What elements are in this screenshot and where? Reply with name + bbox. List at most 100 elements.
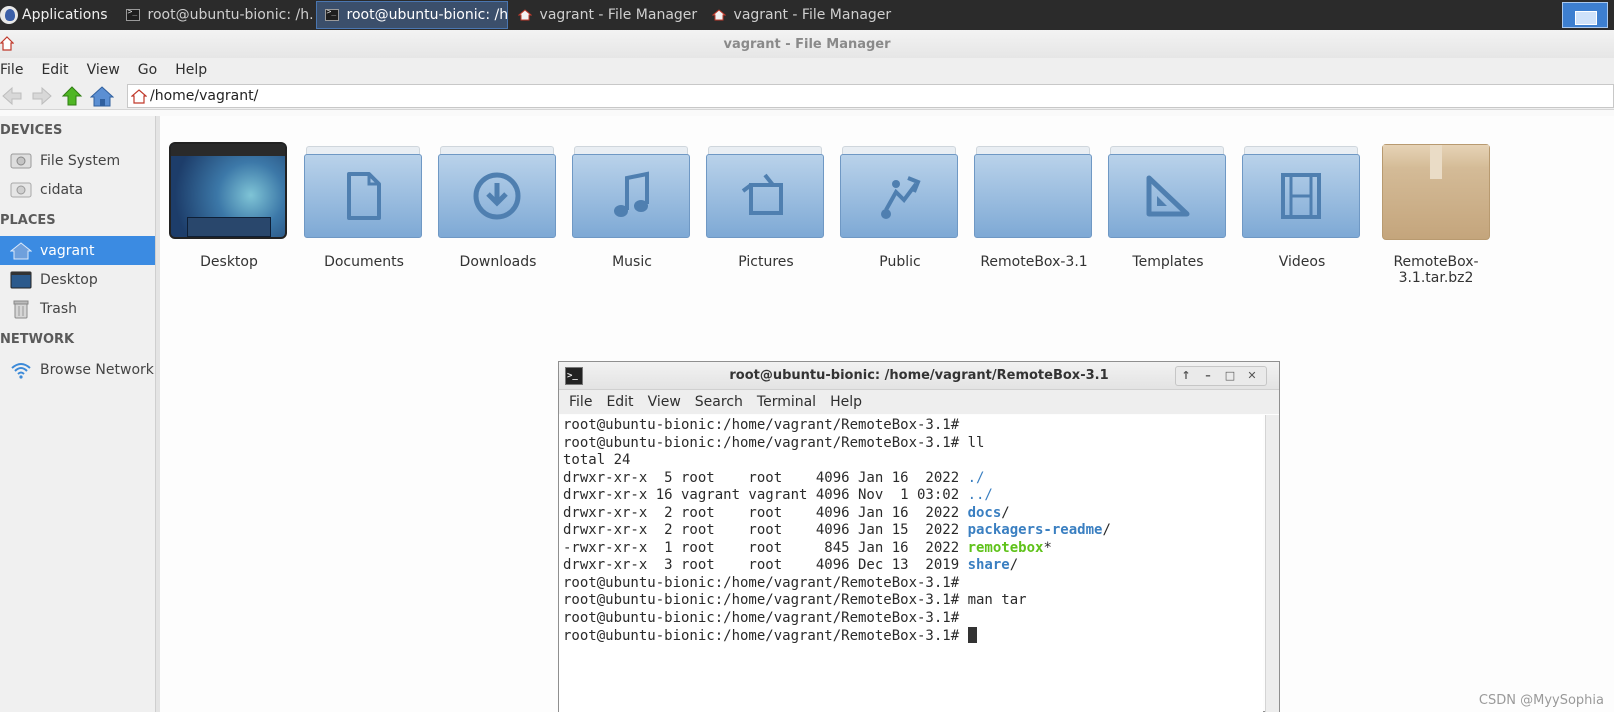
task-button-file-manager-2[interactable]: vagrant - File Manager bbox=[704, 1, 896, 29]
terminal-menu-view[interactable]: View bbox=[648, 394, 681, 410]
desktop-icon bbox=[10, 271, 32, 288]
file-item-downloads[interactable]: Downloads bbox=[431, 142, 565, 270]
show-desktop-button[interactable] bbox=[1562, 2, 1608, 28]
terminal-menu-edit[interactable]: Edit bbox=[606, 394, 633, 410]
taskbar: Applications root@ubuntu-bionic: /h... r… bbox=[0, 0, 1614, 30]
file-item-label: Music bbox=[612, 254, 652, 270]
watermark: CSDN @MyySophia bbox=[1478, 693, 1604, 708]
sidebar-section-devices: DEVICES bbox=[0, 123, 63, 138]
public-folder-icon bbox=[840, 142, 960, 242]
file-item-remotebox-folder[interactable]: RemoteBox-3.1 bbox=[967, 142, 1101, 270]
file-item-templates[interactable]: Templates bbox=[1101, 142, 1235, 270]
location-bar[interactable]: /home/vagrant/ bbox=[127, 84, 1614, 108]
terminal-icon bbox=[125, 7, 140, 21]
home-button[interactable] bbox=[90, 84, 114, 108]
downloads-folder-icon bbox=[438, 142, 558, 242]
wifi-icon bbox=[11, 362, 31, 379]
file-item-documents[interactable]: Documents bbox=[297, 142, 431, 270]
task-label: root@ubuntu-bionic: /h... bbox=[346, 7, 508, 23]
terminal-filename: share bbox=[967, 557, 1010, 573]
terminal-line: -rwxr-xr-x 1 root root 845 Jan 16 2022 r… bbox=[563, 539, 1052, 556]
archive-icon bbox=[1376, 142, 1496, 242]
terminal-filename: remotebox bbox=[967, 539, 1044, 556]
back-button[interactable] bbox=[0, 84, 24, 108]
sidebar-item-cidata[interactable]: cidata bbox=[0, 175, 155, 204]
terminal-line: drwxr-xr-x 16 vagrant vagrant 4096 Nov 1… bbox=[563, 487, 993, 503]
terminal-filename: packagers-readme bbox=[967, 522, 1103, 538]
terminal-line: root@ubuntu-bionic:/home/vagrant/RemoteB… bbox=[563, 417, 960, 433]
terminal-title: root@ubuntu-bionic: /home/vagrant/Remote… bbox=[729, 368, 1109, 383]
file-item-label: Videos bbox=[1278, 254, 1326, 270]
minimize-icon[interactable]: – bbox=[1199, 368, 1217, 384]
pictures-folder-icon bbox=[706, 142, 826, 242]
terminal-line: drwxr-xr-x 3 root root 4096 Dec 13 2019 … bbox=[563, 557, 1019, 573]
location-path: /home/vagrant/ bbox=[150, 88, 259, 104]
videos-folder-icon bbox=[1242, 142, 1362, 242]
sidebar-item-file-system[interactable]: File System bbox=[0, 146, 155, 175]
close-icon[interactable]: ✕ bbox=[1243, 368, 1261, 384]
file-item-remotebox-archive[interactable]: RemoteBox-3.1.tar.bz2 bbox=[1369, 142, 1503, 286]
documents-folder-icon bbox=[304, 142, 424, 242]
sidebar-section-places: PLACES bbox=[0, 213, 56, 228]
file-item-label: Documents bbox=[324, 254, 404, 270]
menu-help[interactable]: Help bbox=[175, 62, 215, 78]
sidebar-item-trash[interactable]: Trash bbox=[0, 294, 155, 323]
terminal-menu-help[interactable]: Help bbox=[830, 394, 862, 410]
sidebar-item-vagrant[interactable]: vagrant bbox=[0, 236, 155, 265]
sidebar-item-browse-network[interactable]: Browse Network bbox=[0, 355, 155, 384]
task-button-terminal-2[interactable]: root@ubuntu-bionic: /h... bbox=[315, 1, 508, 29]
terminal-line: root@ubuntu-bionic:/home/vagrant/RemoteB… bbox=[563, 574, 960, 591]
terminal-menu-file[interactable]: File bbox=[569, 394, 592, 410]
file-item-pictures[interactable]: Pictures bbox=[699, 142, 833, 270]
home-icon bbox=[131, 89, 147, 104]
file-item-public[interactable]: Public bbox=[833, 142, 967, 270]
desktop-folder-icon bbox=[169, 142, 289, 242]
menu-edit[interactable]: Edit bbox=[41, 62, 76, 78]
file-item-label: Downloads bbox=[459, 254, 537, 270]
sidebar: DEVICES File System cidata PLACES vagran… bbox=[0, 116, 156, 712]
terminal-cursor bbox=[967, 627, 977, 643]
terminal-line: root@ubuntu-bionic:/home/vagrant/RemoteB… bbox=[563, 609, 960, 626]
templates-folder-icon bbox=[1108, 142, 1228, 242]
home-icon bbox=[0, 36, 14, 51]
trash-icon bbox=[13, 300, 29, 318]
home-icon bbox=[90, 85, 114, 106]
forward-button[interactable] bbox=[30, 84, 54, 108]
menu-file[interactable]: File bbox=[0, 62, 31, 78]
sidebar-item-desktop[interactable]: Desktop bbox=[0, 265, 155, 294]
terminal-output[interactable]: root@ubuntu-bionic:/home/vagrant/RemoteB… bbox=[559, 415, 1263, 712]
file-item-videos[interactable]: Videos bbox=[1235, 142, 1369, 270]
terminal-filename: ../ bbox=[967, 487, 993, 503]
file-item-label: RemoteBox-3.1.tar.bz2 bbox=[1393, 254, 1479, 286]
home-icon bbox=[10, 241, 32, 259]
terminal-filename: docs bbox=[967, 504, 1002, 521]
home-icon bbox=[711, 9, 726, 21]
terminal-menu-search[interactable]: Search bbox=[695, 394, 743, 410]
music-folder-icon bbox=[572, 142, 692, 242]
window-title: vagrant - File Manager bbox=[723, 37, 891, 52]
up-button[interactable] bbox=[60, 84, 84, 108]
terminal-menu-terminal[interactable]: Terminal bbox=[757, 394, 816, 410]
menu-go[interactable]: Go bbox=[138, 62, 165, 78]
applications-menu[interactable]: Applications bbox=[0, 0, 116, 30]
xfce-logo-icon bbox=[0, 6, 18, 24]
terminal-titlebar[interactable]: root@ubuntu-bionic: /home/vagrant/Remote… bbox=[559, 362, 1279, 390]
maximize-icon[interactable]: □ bbox=[1221, 368, 1239, 384]
file-manager-titlebar[interactable]: vagrant - File Manager bbox=[0, 30, 1614, 58]
applications-label: Applications bbox=[22, 7, 108, 23]
menu-view[interactable]: View bbox=[87, 62, 128, 78]
file-item-label: Templates bbox=[1132, 254, 1204, 270]
terminal-scrollbar[interactable] bbox=[1265, 415, 1279, 712]
keep-above-icon[interactable]: ↑ bbox=[1177, 368, 1195, 384]
terminal-line: root@ubuntu-bionic:/home/vagrant/RemoteB… bbox=[563, 434, 985, 451]
drive-icon bbox=[10, 153, 32, 168]
task-button-file-manager-1[interactable]: vagrant - File Manager bbox=[510, 1, 702, 29]
terminal-menubar: File Edit View Search Terminal Help bbox=[559, 390, 1279, 414]
terminal-icon bbox=[324, 7, 339, 21]
file-item-desktop[interactable]: Desktop bbox=[162, 142, 296, 270]
sidebar-item-label: Trash bbox=[40, 300, 77, 317]
file-item-label: Pictures bbox=[738, 254, 794, 270]
file-item-music[interactable]: Music bbox=[565, 142, 699, 270]
task-label: vagrant - File Manager bbox=[539, 7, 698, 23]
task-button-terminal-1[interactable]: root@ubuntu-bionic: /h... bbox=[118, 1, 314, 29]
